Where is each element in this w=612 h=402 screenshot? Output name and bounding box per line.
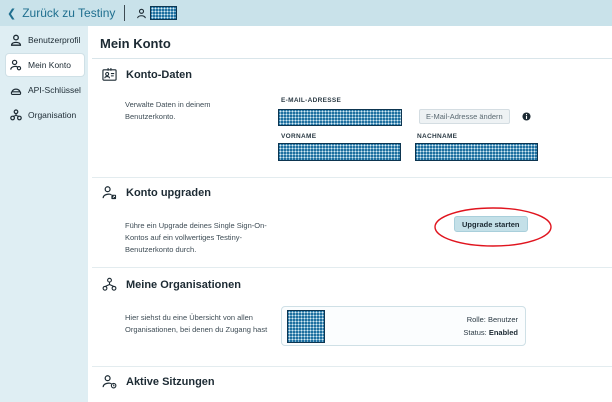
section-title: Konto upgraden bbox=[126, 186, 211, 199]
user-upgrade-icon bbox=[102, 186, 117, 200]
role-value: Benutzer bbox=[487, 315, 518, 324]
section-divider bbox=[92, 177, 612, 178]
organization-card[interactable]: Rolle: Benutzer Status: Enabled bbox=[281, 306, 526, 346]
section-heading-organizations: Meine Organisationen bbox=[102, 277, 241, 292]
title-divider bbox=[92, 58, 612, 59]
main-content: Mein Konto Konto-Daten Verwalte Daten in… bbox=[88, 26, 612, 402]
sidebar-item-api-schluessel[interactable]: API-Schlüssel bbox=[6, 79, 84, 101]
section-heading-sessions: Aktive Sitzungen bbox=[102, 374, 215, 389]
organizations-description: Hier siehst du eine Übersicht von allen … bbox=[125, 313, 268, 334]
status-label: Status: bbox=[463, 328, 487, 337]
sidebar-item-label: API-Schlüssel bbox=[28, 85, 81, 95]
page-title: Mein Konto bbox=[100, 36, 171, 51]
sidebar-item-label: Benutzerprofil bbox=[28, 35, 81, 45]
section-title: Meine Organisationen bbox=[126, 278, 241, 291]
redacted-username bbox=[150, 6, 178, 20]
firstname-field[interactable] bbox=[278, 143, 401, 161]
user-settings-icon bbox=[10, 59, 22, 71]
sidebar-item-label: Organisation bbox=[28, 110, 77, 120]
change-email-button[interactable]: E-Mail-Adresse ändern bbox=[419, 109, 510, 124]
section-title: Konto-Daten bbox=[126, 68, 192, 81]
email-label: E-MAIL-ADRESSE bbox=[281, 97, 342, 104]
section-heading-upgrade: Konto upgraden bbox=[102, 185, 211, 200]
section-heading-account-data: Konto-Daten bbox=[102, 67, 192, 82]
info-icon[interactable] bbox=[522, 112, 531, 121]
chevron-left-icon: ❮ bbox=[7, 7, 17, 20]
topbar-divider bbox=[124, 5, 126, 21]
status-value: Enabled bbox=[488, 328, 518, 337]
sidebar-item-label: Mein Konto bbox=[28, 60, 71, 70]
user-icon bbox=[10, 34, 22, 46]
section-title: Aktive Sitzungen bbox=[126, 375, 215, 388]
sidebar-item-organisation[interactable]: Organisation bbox=[6, 104, 84, 126]
current-user-chip[interactable] bbox=[136, 6, 178, 20]
lastname-label: NACHNAME bbox=[417, 133, 458, 140]
upgrade-description: Führe ein Upgrade deines Single Sign-On-… bbox=[125, 221, 267, 254]
sidebar: Benutzerprofil Mein Konto API-Schlüssel … bbox=[0, 26, 88, 402]
section-divider bbox=[92, 366, 612, 367]
section-divider bbox=[92, 267, 612, 268]
top-bar: ❮ Zurück zu Testiny bbox=[0, 0, 612, 26]
account-data-description: Verwalte Daten in deinem Benutzerkonto. bbox=[125, 100, 211, 121]
email-field[interactable] bbox=[278, 109, 402, 126]
sidebar-item-mein-konto[interactable]: Mein Konto bbox=[6, 54, 84, 76]
id-card-icon bbox=[102, 67, 117, 81]
user-session-icon bbox=[102, 375, 117, 389]
key-icon bbox=[10, 88, 22, 95]
user-icon bbox=[137, 8, 147, 18]
organization-icon bbox=[10, 109, 22, 121]
redacted-organization-logo bbox=[287, 310, 325, 343]
lastname-field[interactable] bbox=[415, 143, 538, 161]
organization-status: Status: Enabled bbox=[463, 328, 518, 337]
sidebar-item-benutzerprofil[interactable]: Benutzerprofil bbox=[6, 29, 84, 51]
organization-role: Rolle: Benutzer bbox=[467, 315, 518, 324]
role-label: Rolle: bbox=[466, 315, 486, 324]
back-to-testiny-link[interactable]: ❮ Zurück zu Testiny bbox=[7, 6, 115, 20]
back-link-label: Zurück zu Testiny bbox=[22, 6, 116, 20]
annotation-ellipse bbox=[434, 207, 552, 247]
organization-icon bbox=[102, 277, 117, 291]
firstname-label: VORNAME bbox=[281, 133, 317, 140]
